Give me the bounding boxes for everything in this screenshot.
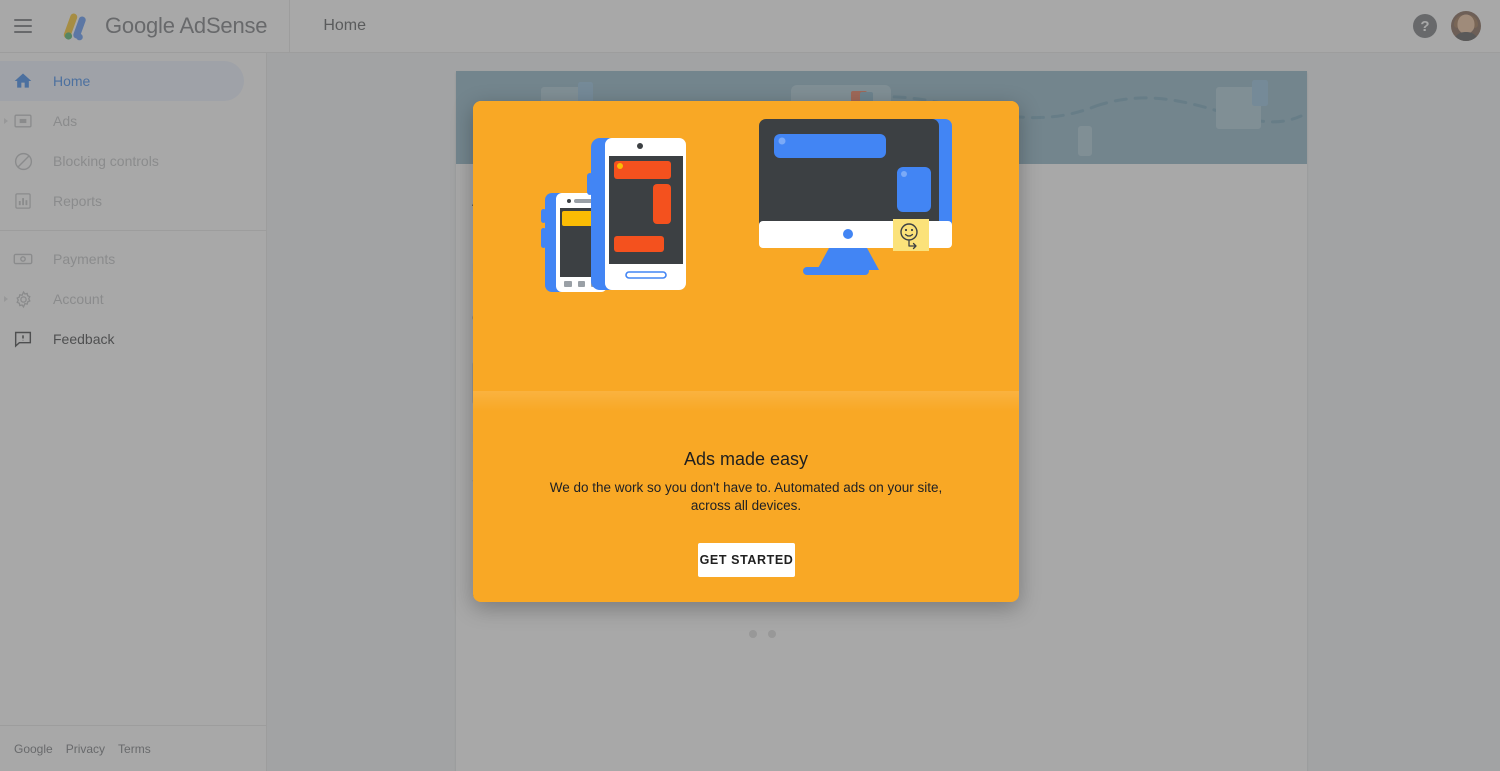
chevron-right-icon [4, 296, 8, 302]
sidebar-item-feedback[interactable]: Feedback [0, 319, 244, 359]
modal-subtitle: We do the work so you don't have to. Aut… [549, 480, 943, 513]
ads-icon [12, 110, 34, 132]
sidebar-item-label: Account [53, 291, 104, 307]
sidebar-item-label: Home [53, 73, 91, 89]
sidebar-footer: Google Privacy Terms [0, 725, 266, 771]
adsense-app: Google AdSense Home ? Home Ads Blocking … [0, 0, 1500, 771]
sidebar-item-ads[interactable]: Ads [0, 101, 244, 141]
reports-icon [12, 190, 34, 212]
blocking-controls-icon [12, 150, 34, 172]
modal-gradient-band [473, 391, 1019, 411]
sidebar-item-blocking-controls[interactable]: Blocking controls [0, 141, 244, 181]
tablet-device [587, 138, 686, 290]
carousel-dot-3[interactable] [768, 630, 776, 638]
carousel-dot-2[interactable] [749, 630, 757, 638]
sidebar-item-label: Blocking controls [53, 153, 159, 169]
sidebar-item-label: Payments [53, 251, 116, 267]
avatar-face [1457, 14, 1475, 34]
carousel-dot-1[interactable] [730, 630, 738, 638]
sidebar-item-account[interactable]: Account [0, 279, 244, 319]
sidebar-group-primary: Home Ads Blocking controls Reports [0, 53, 266, 221]
devices-illustration [473, 101, 1019, 406]
payments-icon [12, 248, 34, 270]
avatar[interactable] [1451, 11, 1481, 41]
page-title: Home [323, 17, 367, 34]
topbar-actions: ? [1413, 11, 1481, 41]
help-icon[interactable]: ? [1413, 14, 1437, 38]
brand-title: Google AdSense [105, 13, 268, 38]
sidebar-group-secondary: Payments Account Feedback [0, 239, 266, 359]
sidebar-item-home[interactable]: Home [0, 61, 244, 101]
ads-promo-modal: Ads made easy We do the work so you don'… [473, 101, 1019, 602]
sidebar-item-payments[interactable]: Payments [0, 239, 244, 279]
footer-link-terms[interactable]: Terms [118, 742, 151, 756]
brand-logo-group[interactable]: Google AdSense [58, 11, 268, 41]
account-icon [12, 288, 34, 310]
sidebar-item-label: Ads [53, 113, 78, 129]
top-app-bar: Google AdSense Home ? [0, 0, 1500, 53]
home-icon [12, 70, 34, 92]
sidebar-item-label: Feedback [53, 331, 115, 347]
get-started-button[interactable]: GET STARTED [698, 543, 795, 577]
devices-illustration-art [541, 119, 952, 292]
chevron-right-icon [4, 118, 8, 124]
footer-link-google[interactable]: Google [14, 742, 53, 756]
footer-link-privacy[interactable]: Privacy [66, 742, 105, 756]
desktop-device [759, 119, 952, 275]
feedback-icon [12, 328, 34, 350]
sidebar-item-label: Reports [53, 193, 103, 209]
sidebar-divider [0, 230, 266, 231]
avatar-body [1453, 32, 1479, 41]
adsense-logo-icon [63, 13, 86, 41]
sidebar-nav: Home Ads Blocking controls Reports Payme… [0, 53, 267, 771]
sidebar-item-reports[interactable]: Reports [0, 181, 244, 221]
topbar-divider [289, 0, 291, 53]
carousel-dots [730, 630, 776, 638]
modal-title: Ads made easy [683, 449, 809, 469]
hamburger-menu-icon[interactable] [11, 14, 35, 38]
